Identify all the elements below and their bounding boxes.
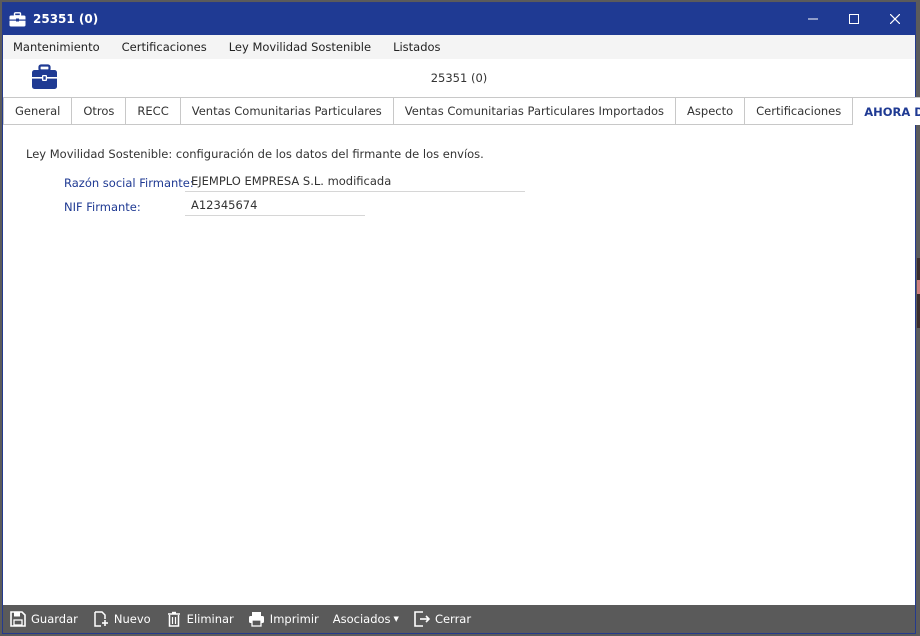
tab-otros[interactable]: Otros [71,97,127,124]
menu-mantenimiento[interactable]: Mantenimiento [7,40,110,54]
tab-certificaciones[interactable]: Certificaciones [744,97,854,124]
new-button[interactable]: Nuevo [92,610,151,628]
tab-label: Ventas Comunitarias Particulares Importa… [404,104,665,118]
tab-label: AHORA DeCA [864,104,920,119]
nif-label: NIF Firmante: [64,200,141,214]
tab-recc[interactable]: RECC [125,97,181,124]
tab-ahora-deca[interactable]: AHORA DeCA [852,97,920,125]
save-icon [9,610,27,628]
tab-label: Certificaciones [756,104,842,118]
tab-content: Ley Movilidad Sostenible: configuración … [3,125,915,605]
menu-listados[interactable]: Listados [381,40,450,54]
maximize-icon [848,14,859,24]
save-button[interactable]: Guardar [9,610,78,628]
briefcase-icon [9,11,27,27]
tab-label: Ventas Comunitarias Particulares [191,104,382,118]
associated-label: Asociados [332,612,391,626]
tab-aspecto[interactable]: Aspecto [675,97,746,124]
nif-field[interactable]: A12345674 [185,196,365,216]
app-window: 25351 (0) Mantenimiento Certificaciones … [2,2,920,634]
minimize-icon [807,18,818,20]
save-label: Guardar [31,612,78,626]
close-icon [889,14,900,24]
tab-label: Aspecto [687,104,734,118]
tab-ventas-comunitarias-particulares[interactable]: Ventas Comunitarias Particulares [179,97,394,124]
caret-down-icon: ▼ [393,615,399,623]
associated-dropdown[interactable]: Asociados ▼ [333,612,399,626]
minimize-button[interactable] [792,3,833,35]
tab-ventas-comunitarias-particulares-importados[interactable]: Ventas Comunitarias Particulares Importa… [392,97,677,124]
section-description: Ley Movilidad Sostenible: configuración … [26,147,484,161]
tab-bar: General Otros RECC Ventas Comunitarias P… [3,97,920,125]
window-title: 25351 (0) [33,12,99,26]
close-label: Cerrar [434,612,472,626]
tab-general[interactable]: General [3,97,73,124]
print-button[interactable]: Imprimir [248,610,319,628]
bottom-toolbar: Guardar Nuevo Eliminar Imprimir Asociado… [3,605,915,633]
razon-social-label: Razón social Firmante: [64,176,194,190]
printer-icon [248,610,266,628]
tab-label: Otros [83,104,115,118]
maximize-button[interactable] [833,3,874,35]
delete-button[interactable]: Eliminar [165,610,234,628]
tab-label: General [15,104,61,118]
title-bar[interactable]: 25351 (0) [3,3,915,35]
menu-certificaciones[interactable]: Certificaciones [110,40,217,54]
new-label: Nuevo [113,612,151,626]
menu-bar: Mantenimiento Certificaciones Ley Movili… [3,35,915,59]
record-title: 25351 (0) [430,71,488,85]
menu-ley-movilidad-sostenible[interactable]: Ley Movilidad Sostenible [217,40,381,54]
trash-icon [165,610,183,628]
exit-icon [413,610,431,628]
new-document-icon [92,610,110,628]
record-header: 25351 (0) [3,59,915,97]
close-window-button[interactable] [874,3,915,35]
tab-label: RECC [137,104,169,118]
close-button[interactable]: Cerrar [413,610,471,628]
razon-social-field[interactable]: EJEMPLO EMPRESA S.L. modificada [185,172,525,192]
print-label: Imprimir [269,612,319,626]
delete-label: Eliminar [186,612,234,626]
